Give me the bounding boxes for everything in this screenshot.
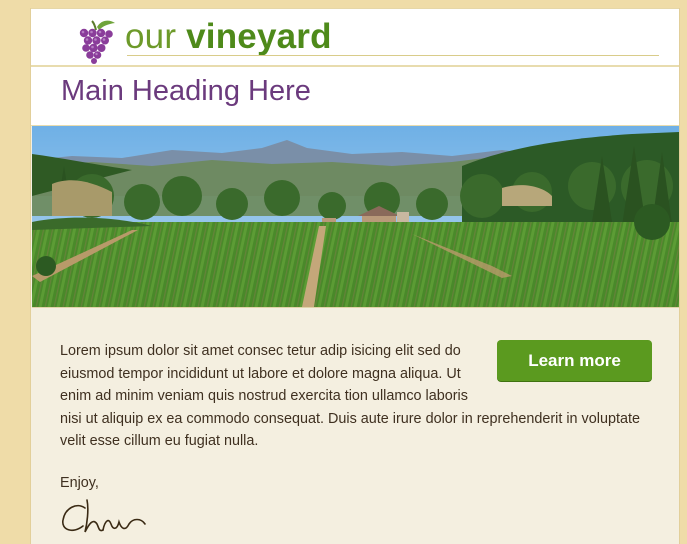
learn-more-button[interactable]: Learn more — [497, 340, 652, 381]
logo-underline — [127, 55, 659, 56]
body-paragraph: Learn more Lorem ipsum dolor sit amet co… — [60, 340, 652, 453]
hero-image — [32, 126, 679, 308]
grapes-icon — [79, 20, 115, 64]
logo-word-vineyard: vineyard — [186, 17, 332, 56]
page-title: Main Heading Here — [61, 75, 311, 107]
signature-image — [62, 499, 146, 533]
title-bar: Main Heading Here — [31, 67, 679, 125]
email-container: our vineyard Main Heading Here Learn mor… — [30, 8, 680, 544]
header: our vineyard — [31, 8, 679, 65]
logo-word-our: our — [125, 17, 177, 56]
vineyard-landscape-image — [32, 126, 679, 307]
content-section: Learn more Lorem ipsum dolor sit amet co… — [31, 308, 679, 544]
logo-wordmark[interactable]: our vineyard — [125, 17, 332, 57]
closing-greeting: Enjoy, — [60, 475, 99, 491]
